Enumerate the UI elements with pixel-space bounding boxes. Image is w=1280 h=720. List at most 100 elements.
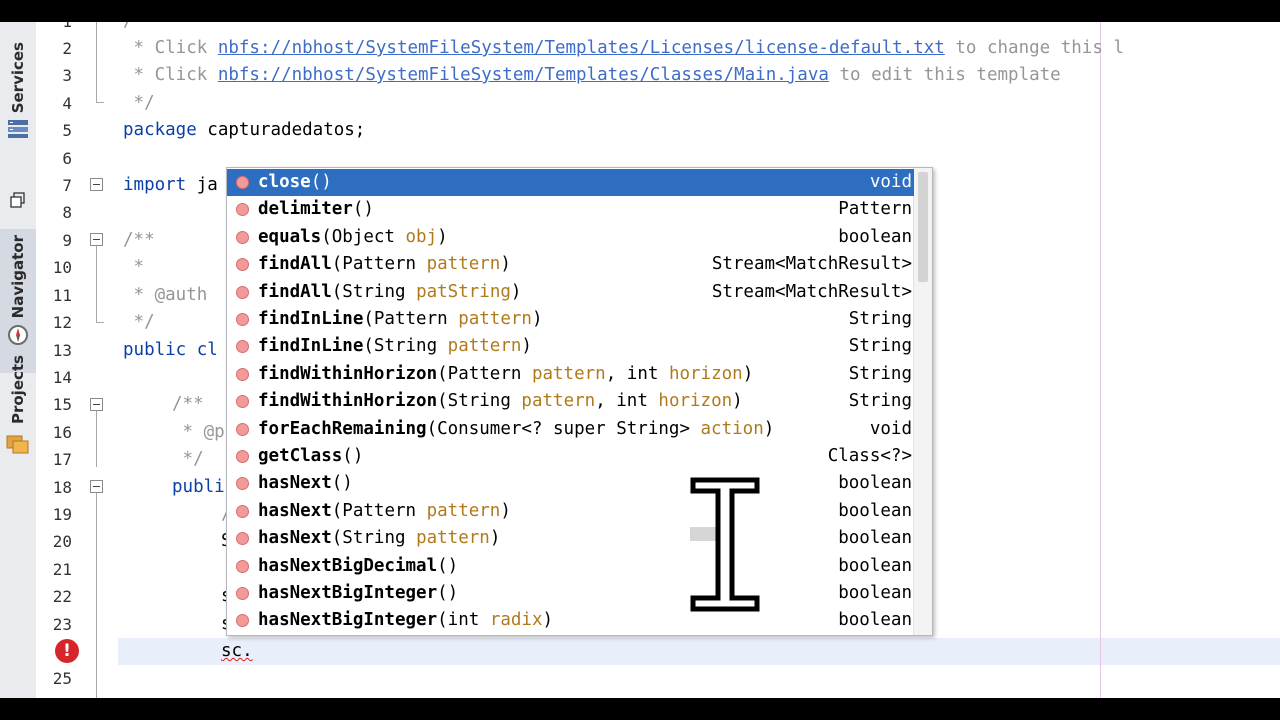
method-icon	[236, 532, 249, 546]
completion-item[interactable]: hasNext() boolean	[227, 470, 914, 497]
method-signature: findAll(Pattern pattern)	[258, 251, 511, 278]
code-line-12: */	[123, 312, 155, 332]
method-name: hasNext	[258, 528, 332, 549]
param-name: horizon	[658, 391, 733, 412]
completion-item[interactable]: hasNext(String pattern) boolean	[227, 525, 914, 552]
method-name: findAll	[258, 281, 332, 302]
completion-item[interactable]: findInLine(Pattern pattern) String	[227, 306, 914, 333]
line-number: 13	[52, 341, 72, 360]
line-number: 6	[62, 149, 72, 168]
return-type: boolean	[838, 555, 912, 576]
line-number: 12	[52, 313, 72, 332]
completion-item[interactable]: findAll(Pattern pattern) Stream<MatchResu…	[227, 251, 914, 278]
line-number: 17	[52, 450, 72, 469]
tab-services-label: Services	[9, 42, 27, 114]
method-icon	[236, 504, 249, 518]
completion-item[interactable]: equals(Object obj) boolean	[227, 224, 914, 251]
fold-toggle-imports[interactable]	[90, 178, 103, 191]
text-cursor-icon	[690, 477, 760, 612]
completion-item[interactable]: delimiter() Pattern	[227, 196, 914, 223]
code-line-3: * Click nbfs://nbhost/SystemFileSystem/T…	[123, 62, 1061, 89]
param-name: radix	[489, 610, 543, 631]
method-signature: hasNextBigInteger(int radix)	[258, 607, 553, 634]
keyword: package	[123, 120, 197, 140]
return-type: Class<?>	[827, 446, 912, 466]
method-args: (String	[437, 391, 522, 412]
return-type: void	[869, 418, 912, 439]
completion-item[interactable]: findAll(String patString) Stream<MatchRes…	[227, 279, 914, 306]
method-name: findInLine	[258, 336, 364, 357]
fold-toggle-class-comment[interactable]	[90, 233, 103, 246]
method-icon	[236, 230, 249, 244]
license-template-link[interactable]: nbfs://nbhost/SystemFileSystem/Templates…	[218, 38, 945, 58]
param-name: action	[700, 418, 764, 439]
window-restore-icon[interactable]	[10, 192, 26, 212]
return-type: String	[848, 391, 912, 412]
method-icon	[236, 258, 249, 272]
scrollbar-thumb[interactable]	[918, 172, 928, 282]
method-args: ()	[437, 555, 459, 576]
fold-guide	[96, 246, 97, 322]
line-number: 23	[52, 615, 72, 634]
method-name: hasNext	[258, 500, 332, 521]
completion-item[interactable]: getClass() Class<?>	[227, 443, 914, 470]
completion-item[interactable]: findWithinHorizon(Pattern pattern, int h…	[227, 361, 914, 388]
tab-projects-label: Projects	[9, 355, 27, 425]
completion-item[interactable]: forEachRemaining(Consumer<? super String…	[227, 416, 914, 443]
param-name: patString	[416, 281, 511, 302]
method-args: (Pattern	[331, 254, 427, 275]
error-icon[interactable]: !	[55, 639, 79, 663]
return-type: boolean	[838, 226, 912, 247]
return-type: Stream<MatchResult>	[711, 254, 912, 275]
return-type: Pattern	[838, 199, 912, 220]
completion-item[interactable]: findWithinHorizon(String pattern, int ho…	[227, 388, 914, 415]
method-icon	[236, 422, 249, 436]
method-signature: forEachRemaining(Consumer<? super String…	[258, 416, 774, 443]
fold-end	[96, 102, 104, 103]
return-type: String	[848, 363, 912, 384]
completion-item[interactable]: hasNextBigDecimal() boolean	[227, 553, 914, 580]
line-number: 22	[52, 587, 72, 606]
completion-scrollbar[interactable]	[913, 168, 932, 635]
return-type: boolean	[838, 528, 912, 549]
param-name: obj	[405, 226, 438, 247]
fold-toggle-method-comment[interactable]	[90, 398, 103, 411]
method-icon	[236, 313, 249, 326]
method-signature: findWithinHorizon(Pattern pattern, int h…	[258, 361, 753, 388]
method-signature: equals(Object obj)	[258, 224, 448, 251]
line-number: 20	[52, 532, 72, 551]
completion-item[interactable]: hasNextBigInteger(int radix) boolean	[227, 607, 914, 634]
method-args: (Object	[321, 226, 406, 247]
method-icon	[236, 176, 249, 189]
method-name: findInLine	[258, 309, 364, 329]
fold-toggle-method[interactable]	[90, 480, 103, 493]
param-name: pattern	[458, 309, 532, 329]
param-name: pattern	[416, 528, 490, 549]
class-template-link[interactable]: nbfs://nbhost/SystemFileSystem/Templates…	[218, 65, 829, 85]
import-text: ja	[186, 175, 218, 195]
method-signature: close()	[258, 169, 332, 196]
method-args: ()	[352, 199, 374, 220]
keyword: import	[123, 175, 187, 195]
code-line-10: *	[123, 257, 145, 277]
method-args: (String	[331, 281, 417, 302]
completion-item[interactable]: hasNextBigInteger() boolean	[227, 580, 914, 607]
method-signature: delimiter()	[258, 196, 374, 223]
tab-projects[interactable]: Projects	[0, 355, 36, 455]
method-args: )	[500, 500, 511, 521]
fold-column	[78, 22, 118, 698]
code-completion-popup[interactable]: close() void delimiter() Pattern equals(Obje…	[226, 167, 933, 636]
method-args: )	[732, 391, 743, 412]
fold-guide	[96, 22, 97, 102]
completion-item[interactable]: close() void	[227, 169, 914, 196]
completion-item[interactable]: findInLine(String pattern) String	[227, 333, 914, 360]
comment-text: * Click	[123, 65, 218, 85]
code-line-1: /*	[123, 22, 144, 35]
code-line-4: */	[123, 93, 155, 113]
tab-navigator[interactable]: Navigator	[0, 229, 36, 373]
code-line-11: * @auth	[123, 285, 208, 305]
services-icon[interactable]	[7, 118, 29, 144]
code-line-24[interactable]: sc.	[221, 638, 253, 665]
method-args: )	[521, 336, 532, 357]
completion-item[interactable]: hasNext(Pattern pattern) boolean	[227, 498, 914, 525]
